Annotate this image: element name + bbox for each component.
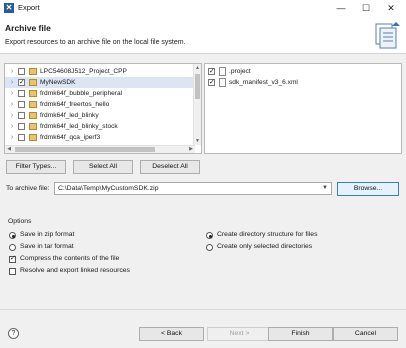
wizard-header: Archive file Export resources to an arch… xyxy=(0,16,406,54)
tree-item[interactable]: › frdmk64f_led_blinky_stock xyxy=(5,121,201,132)
checkbox[interactable] xyxy=(18,77,25,88)
close-icon[interactable]: ✕ xyxy=(380,1,402,15)
resolve-linked-label[interactable]: Resolve and export linked resources xyxy=(20,267,130,274)
page-description: Export resources to an archive file on t… xyxy=(5,39,186,46)
file-icon xyxy=(219,67,226,76)
chevron-right-icon[interactable]: › xyxy=(8,132,16,143)
title-bar: ✕ Export — ☐ ✕ xyxy=(0,0,406,16)
file-item[interactable]: sdk_manifest_v3_6.xml xyxy=(205,77,401,88)
scroll-down-icon[interactable]: ▼ xyxy=(194,137,201,145)
tree-item[interactable]: › frdmk64f_qca_iperf3 xyxy=(5,132,201,143)
checkbox[interactable] xyxy=(18,123,25,130)
browse-button[interactable]: Browse... xyxy=(337,182,399,196)
file-list[interactable]: .project sdk_manifest_v3_6.xml xyxy=(204,63,402,154)
project-folder-icon xyxy=(29,79,37,86)
scroll-left-icon[interactable]: ◀ xyxy=(5,146,13,153)
tar-format-radio[interactable] xyxy=(9,244,16,251)
filter-types-button[interactable]: Filter Types... xyxy=(6,160,66,174)
project-folder-icon xyxy=(29,101,37,108)
window-title: Export xyxy=(18,3,40,12)
tree-item-label: frdmk64f_led_blinky_stock xyxy=(40,123,118,130)
archive-file-label: To archive file: xyxy=(6,185,50,192)
checkbox[interactable] xyxy=(18,134,25,141)
chevron-right-icon[interactable]: › xyxy=(8,77,16,88)
project-folder-icon xyxy=(29,90,37,97)
file-item-label: .project xyxy=(229,68,251,75)
scroll-thumb[interactable] xyxy=(15,147,155,152)
export-banner-icon xyxy=(375,22,400,49)
zip-format-radio[interactable] xyxy=(9,232,16,239)
create-selected-dirs-label[interactable]: Create only selected directories xyxy=(217,243,312,250)
project-folder-icon xyxy=(29,68,37,75)
checkbox[interactable] xyxy=(208,66,215,77)
tree-item[interactable]: › MyNewSDK xyxy=(5,77,201,88)
create-directory-structure-label[interactable]: Create directory structure for files xyxy=(217,231,317,238)
tree-item-label: LPC54608J512_Project_CPP xyxy=(40,68,127,75)
project-folder-icon xyxy=(29,134,37,141)
zip-format-label[interactable]: Save in zip format xyxy=(20,231,74,238)
compress-checkbox[interactable] xyxy=(9,254,16,263)
maximize-icon[interactable]: ☐ xyxy=(355,1,377,15)
resolve-linked-checkbox[interactable] xyxy=(9,268,16,275)
tar-format-label[interactable]: Save in tar format xyxy=(20,243,74,250)
checkbox[interactable] xyxy=(208,77,215,88)
page-title: Archive file xyxy=(5,23,51,33)
chevron-right-icon[interactable]: › xyxy=(8,121,16,132)
scroll-thumb[interactable] xyxy=(195,74,200,99)
help-icon[interactable]: ? xyxy=(8,328,19,339)
tree-vertical-scrollbar[interactable]: ▲ ▼ xyxy=(193,64,201,145)
chevron-right-icon[interactable]: › xyxy=(8,99,16,110)
options-group-title: Options xyxy=(8,218,32,225)
checkbox[interactable] xyxy=(18,68,25,75)
chevron-right-icon[interactable]: › xyxy=(8,66,16,77)
back-button[interactable]: < Back xyxy=(139,327,204,341)
next-button[interactable]: Next > xyxy=(207,327,272,341)
file-item[interactable]: .project xyxy=(205,66,401,77)
select-all-button[interactable]: Select All xyxy=(73,160,133,174)
finish-button[interactable]: Finish xyxy=(268,327,333,341)
deselect-all-button[interactable]: Deselect All xyxy=(140,160,200,174)
tree-item-label: frdmk64f_freertos_hello xyxy=(40,101,110,108)
tree-item[interactable]: › LPC54608J512_Project_CPP xyxy=(5,66,201,77)
tree-item-label: frdmk64f_bubble_peripheral xyxy=(40,90,123,97)
archive-file-combo[interactable]: C:\Data\Temp\MyCustomSDK.zip ▼ xyxy=(54,182,332,195)
tree-horizontal-scrollbar[interactable]: ◀ ▶ xyxy=(5,145,195,153)
scroll-right-icon[interactable]: ▶ xyxy=(187,146,195,153)
archive-file-path: C:\Data\Temp\MyCustomSDK.zip xyxy=(58,185,159,192)
project-folder-icon xyxy=(29,112,37,119)
chevron-down-icon[interactable]: ▼ xyxy=(321,183,329,194)
scroll-up-icon[interactable]: ▲ xyxy=(194,64,201,72)
create-selected-dirs-radio[interactable] xyxy=(206,244,213,251)
file-item-label: sdk_manifest_v3_6.xml xyxy=(229,79,298,86)
chevron-right-icon[interactable]: › xyxy=(8,110,16,121)
tree-item[interactable]: › frdmk64f_led_blinky xyxy=(5,110,201,121)
checkbox[interactable] xyxy=(18,90,25,97)
tree-item[interactable]: › frdmk64f_bubble_peripheral xyxy=(5,88,201,99)
tree-item-label: MyNewSDK xyxy=(40,79,76,86)
create-directory-structure-radio[interactable] xyxy=(206,232,213,239)
tree-item-label: frdmk64f_led_blinky xyxy=(40,112,99,119)
chevron-right-icon[interactable]: › xyxy=(8,88,16,99)
compress-label[interactable]: Compress the contents of the file xyxy=(20,255,119,262)
footer-divider xyxy=(0,309,406,310)
tree-item[interactable]: › frdmk64f_freertos_hello xyxy=(5,99,201,110)
app-icon: ✕ xyxy=(4,3,14,13)
cancel-button[interactable]: Cancel xyxy=(333,327,398,341)
checkbox[interactable] xyxy=(18,112,25,119)
checkbox[interactable] xyxy=(18,101,25,108)
project-folder-icon xyxy=(29,123,37,130)
xml-file-icon xyxy=(219,78,226,87)
tree-item-label: frdmk64f_qca_iperf3 xyxy=(40,134,101,141)
minimize-icon[interactable]: — xyxy=(330,1,352,15)
project-tree[interactable]: › LPC54608J512_Project_CPP › MyNewSDK › … xyxy=(4,63,202,154)
